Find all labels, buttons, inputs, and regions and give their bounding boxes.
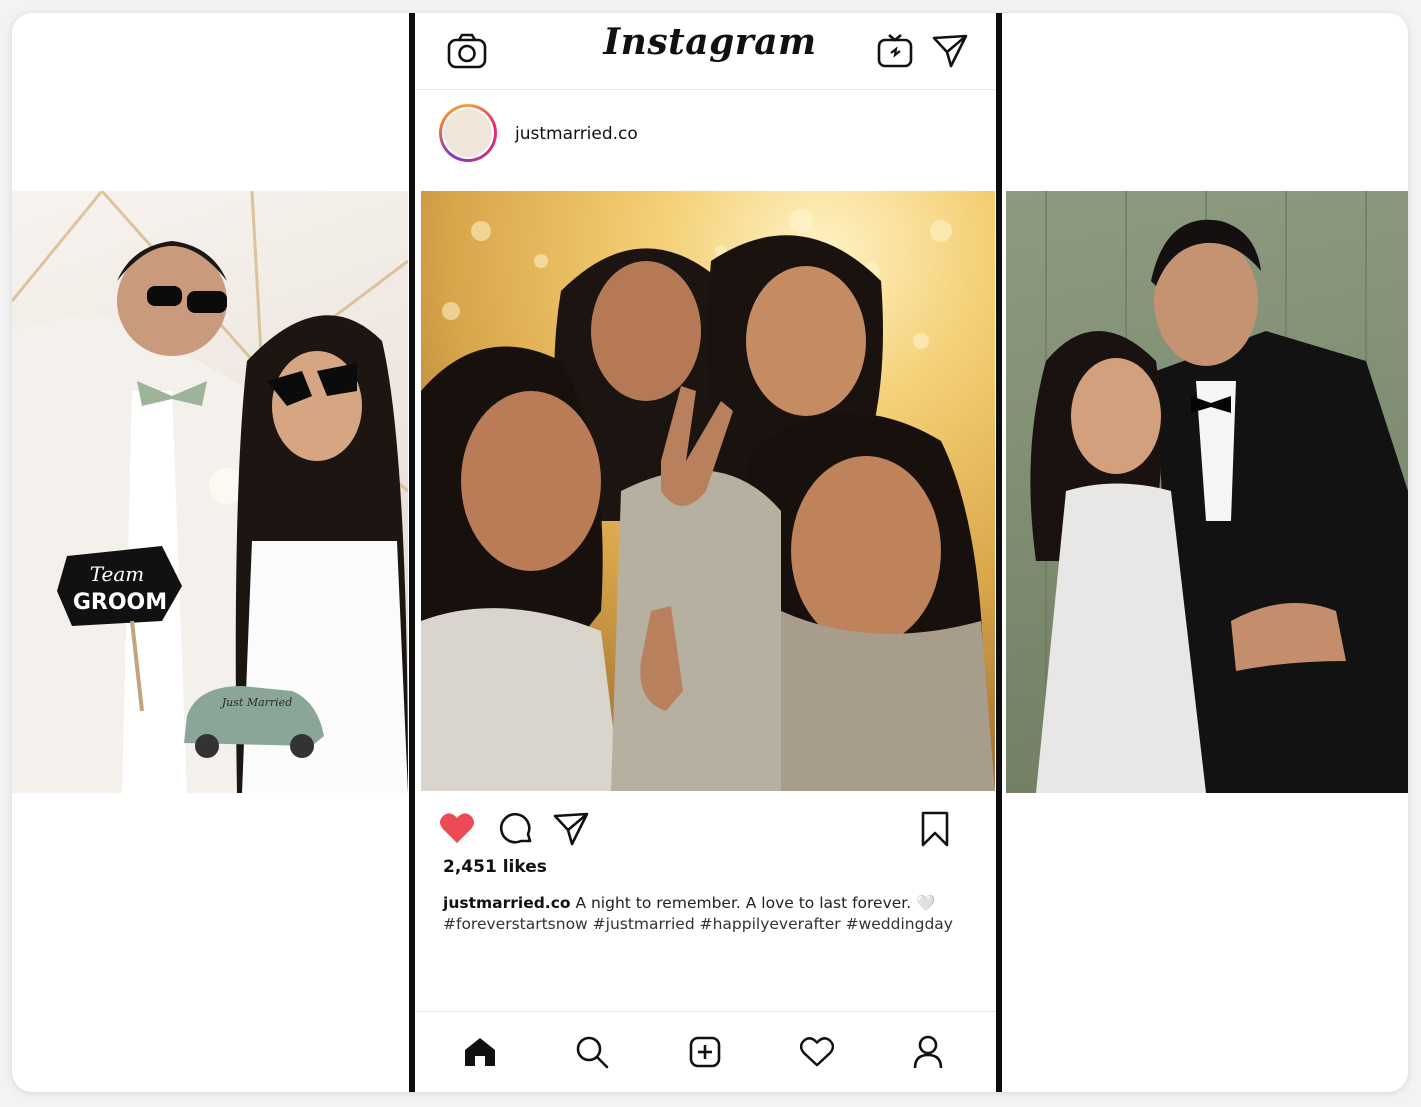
home-icon[interactable] [460,1032,500,1072]
direct-message-icon[interactable] [930,31,970,71]
phone-frame-right [996,13,1002,1092]
igtv-icon[interactable] [875,31,915,71]
profile-icon[interactable] [908,1032,948,1072]
post-image[interactable] [421,191,995,791]
likes-count[interactable]: 2,451 likes [443,857,547,877]
post-image-illustration [421,209,995,791]
camera-icon[interactable] [445,31,489,71]
prop-sign-groom: GROOM [73,590,167,615]
avatar-image [444,109,492,157]
collage-card: Team GROOM Just Married Instagram justma… [12,13,1408,1092]
post-caption: justmarried.co A night to remember. A lo… [443,891,983,915]
add-post-icon[interactable] [685,1032,725,1072]
heart-filled-icon[interactable] [439,811,475,845]
caption-username[interactable]: justmarried.co [443,894,571,912]
post-hashtags[interactable]: #foreverstartsnow #justmarried #happilye… [443,915,988,933]
post-username[interactable]: justmarried.co [515,124,638,144]
share-icon[interactable] [553,811,589,847]
side-photo-right [1006,191,1408,793]
post-actions [415,803,996,849]
photo-right-illustration [1030,191,1408,793]
caption-text: A night to remember. A love to last fore… [570,894,936,912]
activity-heart-icon[interactable] [797,1032,837,1072]
photo-left-illustration: Team GROOM Just Married [12,191,408,793]
side-photo-left: Team GROOM Just Married [12,191,408,793]
bottom-navigation [415,1011,996,1092]
instagram-top-bar: Instagram [415,13,996,90]
prop-sign-team: Team [90,562,145,586]
prop-car-sign: Just Married [220,696,292,709]
app-title: Instagram [603,21,817,63]
instagram-phone-screen: Instagram justmarried.co 2,451 likes jus… [415,13,996,1092]
comment-icon[interactable] [498,811,534,847]
post-header: justmarried.co [415,90,996,190]
search-icon[interactable] [572,1032,612,1072]
bookmark-icon[interactable] [919,809,951,849]
avatar[interactable] [439,104,497,162]
